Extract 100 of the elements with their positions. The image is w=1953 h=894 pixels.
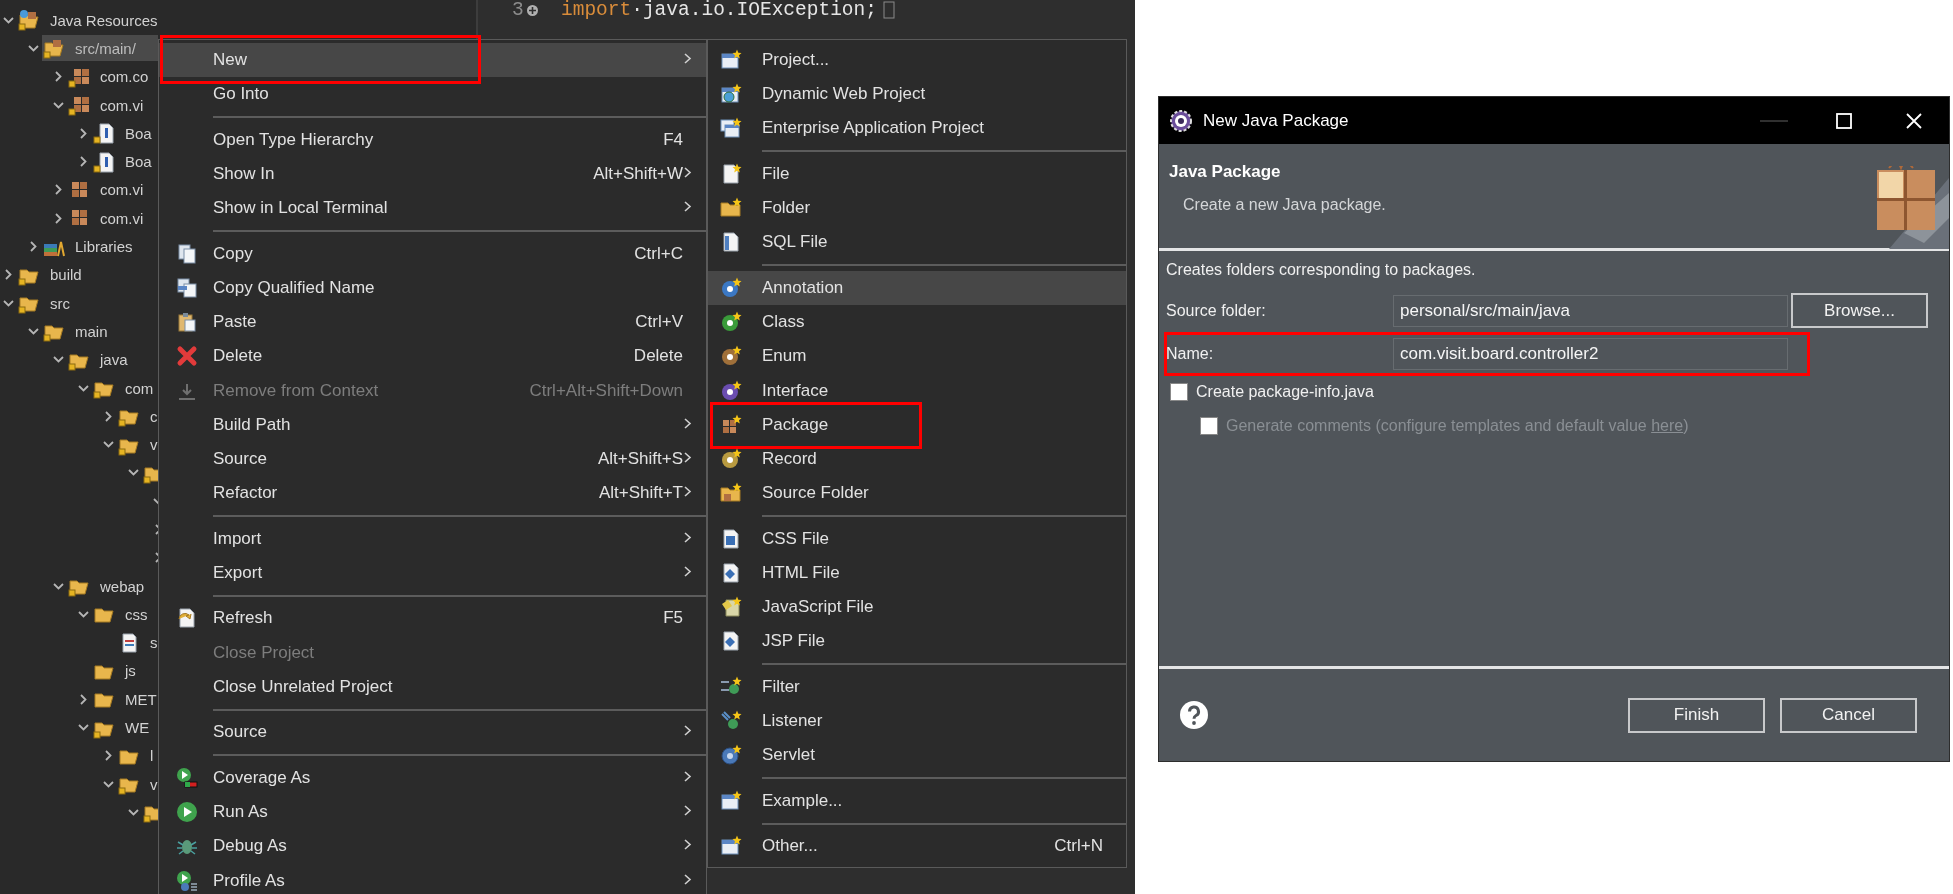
text-field[interactable]: personal/src/main/java xyxy=(1393,294,1788,327)
fold-toggle-icon[interactable] xyxy=(526,3,539,17)
menu-item[interactable]: New xyxy=(159,43,706,78)
checkbox[interactable] xyxy=(1170,383,1188,401)
new-file-icon xyxy=(720,163,742,186)
menu-item[interactable]: Build Path xyxy=(159,407,706,442)
chevron-right-icon[interactable] xyxy=(27,240,40,253)
menu-item[interactable]: Refresh F5 xyxy=(159,601,706,636)
checkbox-label: Create package-info.java xyxy=(1196,383,1374,401)
tree-item[interactable]: build xyxy=(17,261,158,288)
menu-item[interactable]: Enterprise Application Project xyxy=(708,111,1126,146)
menu-item[interactable]: Class xyxy=(708,305,1126,340)
script-file-icon xyxy=(720,596,742,619)
tree-item[interactable]: Boa xyxy=(92,120,158,147)
maximize-icon[interactable] xyxy=(1836,112,1852,129)
package-icon xyxy=(68,94,90,117)
dialog-button[interactable]: Finish xyxy=(1628,697,1765,733)
play-icon xyxy=(176,801,198,824)
menu-item[interactable]: Annotation xyxy=(708,270,1126,306)
tree-item[interactable]: com.vi xyxy=(67,176,158,203)
chevron-right-icon[interactable] xyxy=(52,70,65,84)
menu-item[interactable]: Enum xyxy=(708,339,1126,374)
menu-item[interactable]: Import xyxy=(159,521,706,556)
menu-item[interactable]: Source Folder xyxy=(708,476,1126,511)
tree-item[interactable]: s xyxy=(117,629,158,656)
page-heading: Java Package xyxy=(1169,162,1282,182)
gear-icon xyxy=(1169,108,1193,133)
menu-item[interactable]: Other... Ctrl+N xyxy=(708,829,1126,864)
chevron-right-icon[interactable] xyxy=(102,749,115,763)
menu-item[interactable]: Run As xyxy=(159,795,706,830)
package-folder-icon xyxy=(43,37,65,60)
menu-item[interactable]: Listener xyxy=(708,703,1126,739)
menu-item[interactable]: Package xyxy=(708,407,1126,442)
menu-item[interactable]: Source Alt+Shift+S xyxy=(159,441,706,477)
menu-item[interactable]: Dynamic Web Project xyxy=(708,77,1126,112)
tree-item[interactable]: Libraries xyxy=(42,233,158,260)
menu-item[interactable]: Paste Ctrl+V xyxy=(159,305,706,340)
menu-item[interactable]: Servlet xyxy=(708,738,1126,773)
chevron-right-icon[interactable] xyxy=(52,183,65,197)
text-field[interactable]: com.visit.board.controller2 xyxy=(1393,337,1788,370)
menu-item[interactable]: Interface xyxy=(708,373,1126,408)
help-icon[interactable] xyxy=(1179,700,1209,730)
chevron-right-icon[interactable] xyxy=(77,126,90,140)
menu-item[interactable]: Source xyxy=(159,715,706,750)
menu-item[interactable]: JavaScript File xyxy=(708,590,1126,625)
window-title: New Java Package xyxy=(1203,110,1350,131)
menu-item[interactable]: Record xyxy=(708,441,1126,477)
menu-item[interactable]: Go Into xyxy=(159,77,706,112)
chevron-right-icon[interactable] xyxy=(2,268,15,282)
dialog-button[interactable]: Cancel xyxy=(1780,697,1917,733)
tree-item[interactable]: MET xyxy=(92,686,158,713)
chevron-right-icon[interactable] xyxy=(77,692,90,706)
menu-item[interactable]: Export xyxy=(159,555,706,590)
menu-item[interactable]: Close Unrelated Project xyxy=(159,669,706,704)
tree-item[interactable]: js xyxy=(92,657,158,684)
menu-item[interactable]: Show in Local Terminal xyxy=(159,191,706,226)
chevron-right-icon[interactable] xyxy=(77,155,90,169)
menu-item[interactable]: File xyxy=(708,156,1126,192)
chevron-right-icon[interactable] xyxy=(52,211,65,225)
menu-item[interactable]: CSS File xyxy=(708,521,1126,556)
tree-item[interactable]: com xyxy=(92,375,158,401)
tree-item-label: WE xyxy=(125,719,150,737)
menu-item[interactable]: Copy Qualified Name xyxy=(159,270,706,306)
tree-item[interactable]: Boa xyxy=(92,148,158,175)
browse-button[interactable]: Browse... xyxy=(1791,293,1928,328)
tree-item[interactable]: Java Resources xyxy=(17,7,158,34)
menu-item[interactable]: Filter xyxy=(708,669,1126,704)
menu-item[interactable]: Project... xyxy=(708,43,1126,78)
menu-item[interactable]: Coverage As xyxy=(159,760,706,796)
menu-item[interactable]: SQL File xyxy=(708,225,1126,260)
menu-item[interactable]: Open Type Hierarchy F4 xyxy=(159,122,706,157)
menu-item[interactable]: Copy Ctrl+C xyxy=(159,236,706,271)
new-window-icon xyxy=(720,789,742,812)
tree-item[interactable]: src xyxy=(17,290,150,317)
tree-item[interactable]: java xyxy=(67,346,158,373)
tree-item[interactable]: main xyxy=(42,318,158,345)
tree-item[interactable]: css xyxy=(92,601,158,628)
tree-item[interactable]: v xyxy=(117,771,158,798)
menu-item[interactable]: HTML File xyxy=(708,555,1126,590)
tree-item[interactable]: l xyxy=(117,742,158,769)
tree-item[interactable]: com.vi xyxy=(67,205,158,232)
menu-item[interactable]: Example... xyxy=(708,783,1126,818)
tree-item[interactable]: v xyxy=(117,431,158,458)
menu-item[interactable]: Debug As xyxy=(159,829,706,864)
menu-item[interactable]: Delete Delete xyxy=(159,339,706,374)
close-icon[interactable] xyxy=(1906,112,1922,129)
tree-item-label: com xyxy=(125,379,154,397)
menu-item[interactable]: JSP File xyxy=(708,624,1126,659)
menu-item[interactable]: Profile As xyxy=(159,863,706,894)
chevron-right-icon[interactable] xyxy=(102,409,115,423)
tree-item[interactable]: c xyxy=(117,403,158,430)
text-marker-icon xyxy=(882,0,895,20)
menu-item[interactable]: Folder xyxy=(708,191,1126,226)
tree-item[interactable]: com.vi xyxy=(67,92,158,119)
tree-item[interactable]: webap xyxy=(67,573,158,600)
menu-item[interactable]: Refactor Alt+Shift+T xyxy=(159,476,706,511)
tree-item[interactable]: WE xyxy=(92,714,158,741)
tree-item[interactable]: com.co xyxy=(67,63,158,90)
menu-item[interactable]: Show In Alt+Shift+W xyxy=(159,156,706,192)
tree-item[interactable]: src/main/ xyxy=(42,35,158,62)
